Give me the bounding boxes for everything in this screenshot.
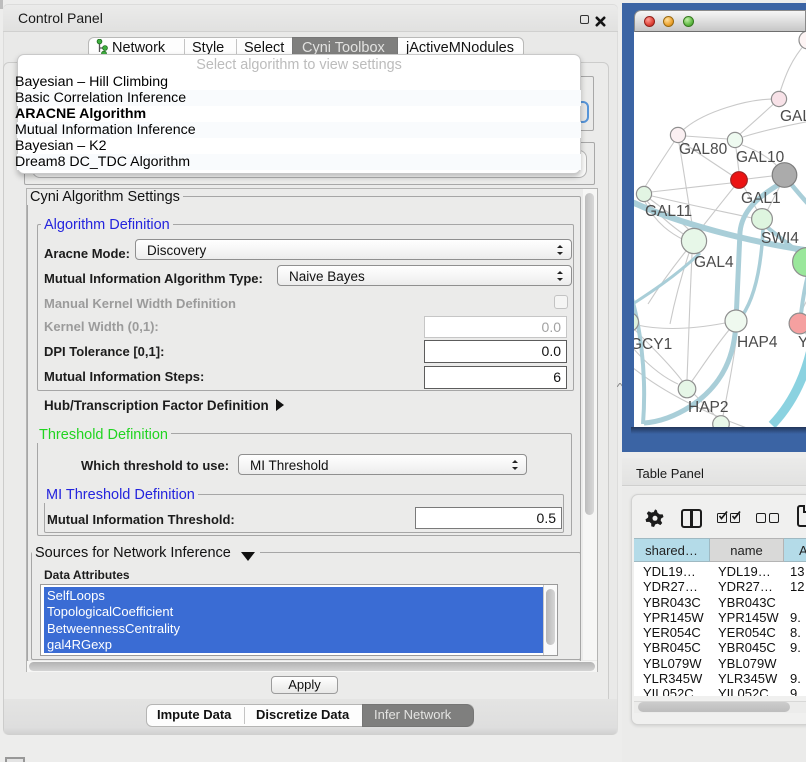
- svg-text:HAP4: HAP4: [737, 334, 778, 351]
- svg-text:GAL7: GAL7: [780, 108, 806, 125]
- svg-text:GAL1: GAL1: [741, 190, 781, 207]
- svg-text:GAL4: GAL4: [694, 254, 734, 271]
- svg-text:YE: YE: [798, 334, 806, 351]
- svg-text:GAL11: GAL11: [645, 203, 692, 220]
- svg-text:SWI4: SWI4: [761, 230, 799, 247]
- svg-text:GAL10: GAL10: [736, 149, 785, 166]
- svg-text:GCY1: GCY1: [634, 336, 672, 353]
- svg-text:HAP2: HAP2: [688, 399, 729, 416]
- svg-text:GAL80: GAL80: [679, 141, 728, 158]
